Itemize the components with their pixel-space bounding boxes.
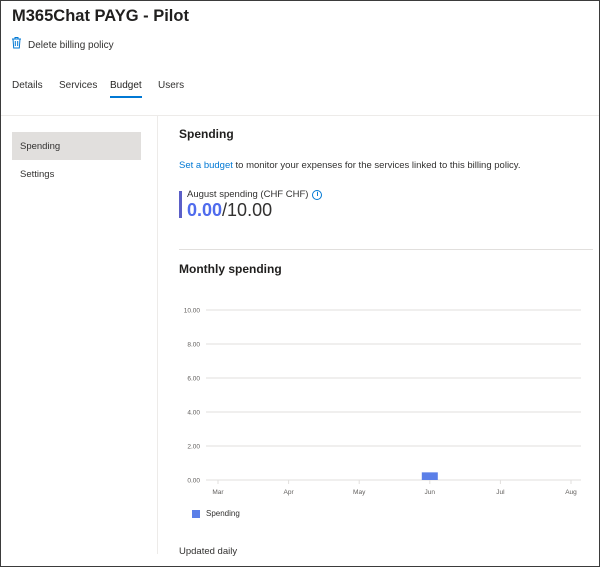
y-tick-label: 6.00 <box>187 376 200 383</box>
tab-budget[interactable]: Budget <box>110 80 142 100</box>
spending-indicator-bar <box>179 191 182 218</box>
y-tick-label: 10.00 <box>184 308 201 315</box>
x-tick-label: Jun <box>425 489 436 496</box>
spending-value: 0.00/10.00 <box>187 200 272 221</box>
budget-description-text: to monitor your expenses for the service… <box>232 160 521 171</box>
spending-heading: Spending <box>179 127 234 141</box>
tab-details[interactable]: Details <box>12 80 43 100</box>
month-spending-label-text: August spending (CHF CHF) <box>187 189 309 200</box>
legend-swatch <box>192 509 200 518</box>
sidebar-item-label: Spending <box>20 140 61 152</box>
legend-label: Spending <box>206 509 240 518</box>
budget-description: Set a budget to monitor your expenses fo… <box>179 160 521 171</box>
delete-billing-policy-button[interactable]: Delete billing policy <box>11 36 114 54</box>
x-tick-label: Mar <box>212 489 224 496</box>
delete-billing-policy-label: Delete billing policy <box>28 39 114 51</box>
x-tick-label: Jul <box>496 489 505 496</box>
x-tick-label: Aug <box>565 489 577 496</box>
y-tick-label: 8.00 <box>187 342 200 349</box>
updated-daily-note: Updated daily <box>179 546 238 557</box>
month-spending-label: August spending (CHF CHF) i <box>187 189 323 200</box>
monthly-spending-heading: Monthly spending <box>179 262 282 276</box>
y-tick-label: 4.00 <box>187 410 200 417</box>
current-spending: 0.00 <box>187 200 223 220</box>
x-tick-label: May <box>353 489 366 496</box>
billing-policy-window: M365Chat PAYG - Pilot Delete billing pol… <box>0 0 600 567</box>
set-budget-link[interactable]: Set a budget <box>179 160 233 171</box>
monthly-spending-chart: 0.00 2.00 4.00 6.00 8.00 10.00 Mar Apr May Jun Jul… <box>184 308 581 496</box>
info-icon[interactable]: i <box>312 189 323 200</box>
tab-users[interactable]: Users <box>158 80 184 100</box>
chart-legend: Spending <box>192 509 240 518</box>
sidebar-item-settings[interactable]: Settings <box>12 160 141 188</box>
header-divider <box>1 115 599 116</box>
sidebar-divider <box>157 116 158 554</box>
sidebar-item-spending[interactable]: Spending <box>12 132 141 160</box>
bar-jun <box>421 472 438 480</box>
trash-icon <box>11 36 22 54</box>
tab-services[interactable]: Services <box>59 80 97 100</box>
budget-amount: /10.00 <box>222 200 273 220</box>
page-title: M365Chat PAYG - Pilot <box>12 7 189 25</box>
section-divider <box>179 249 593 250</box>
sidebar-item-label: Settings <box>20 168 55 180</box>
y-tick-label: 2.00 <box>187 444 200 451</box>
x-tick-label: Apr <box>284 489 295 496</box>
y-tick-label: 0.00 <box>187 478 200 485</box>
